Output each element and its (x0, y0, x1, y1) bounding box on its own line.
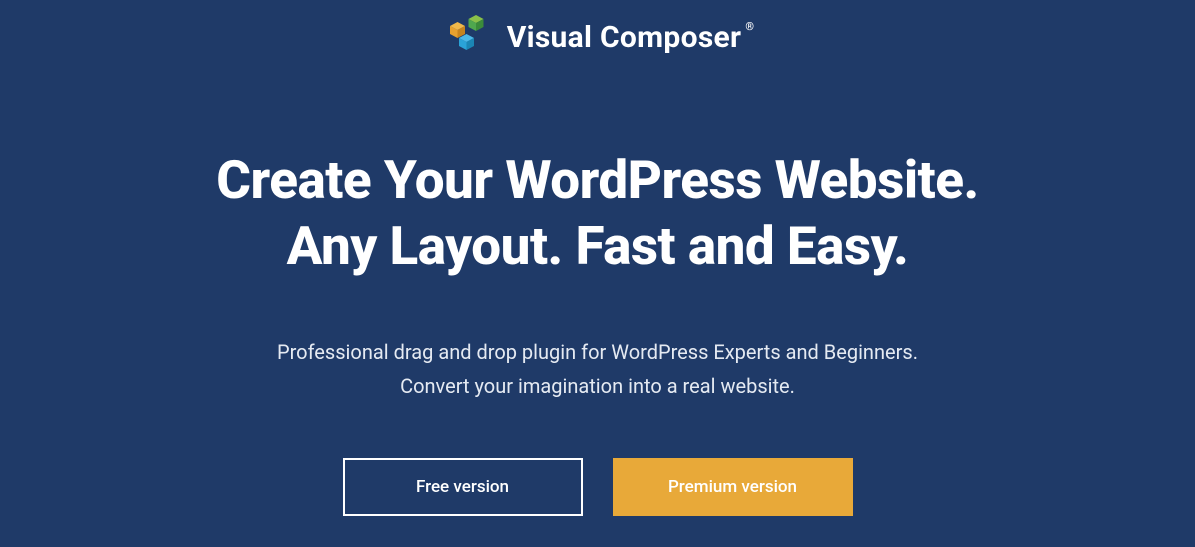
headline-line-1: Create Your WordPress Website. (216, 149, 978, 211)
subtext: Professional drag and drop plugin for Wo… (0, 335, 1195, 403)
free-version-button[interactable]: Free version (343, 458, 583, 516)
brand-name: Visual Composer® (507, 20, 755, 55)
headline-line-2: Any Layout. Fast and Easy. (287, 215, 909, 277)
logo-icon (441, 12, 491, 62)
premium-version-button[interactable]: Premium version (613, 458, 853, 516)
cta-row: Free version Premium version (0, 458, 1195, 516)
brand-text: Visual Composer (507, 20, 742, 55)
subtext-line-2: Convert your imagination into a real web… (0, 369, 1195, 403)
trademark-symbol: ® (745, 20, 754, 33)
subtext-line-1: Professional drag and drop plugin for Wo… (0, 335, 1195, 369)
hero-section: Create Your WordPress Website. Any Layou… (0, 62, 1195, 516)
header: Visual Composer® (0, 0, 1195, 62)
headline: Create Your WordPress Website. Any Layou… (0, 147, 1195, 280)
